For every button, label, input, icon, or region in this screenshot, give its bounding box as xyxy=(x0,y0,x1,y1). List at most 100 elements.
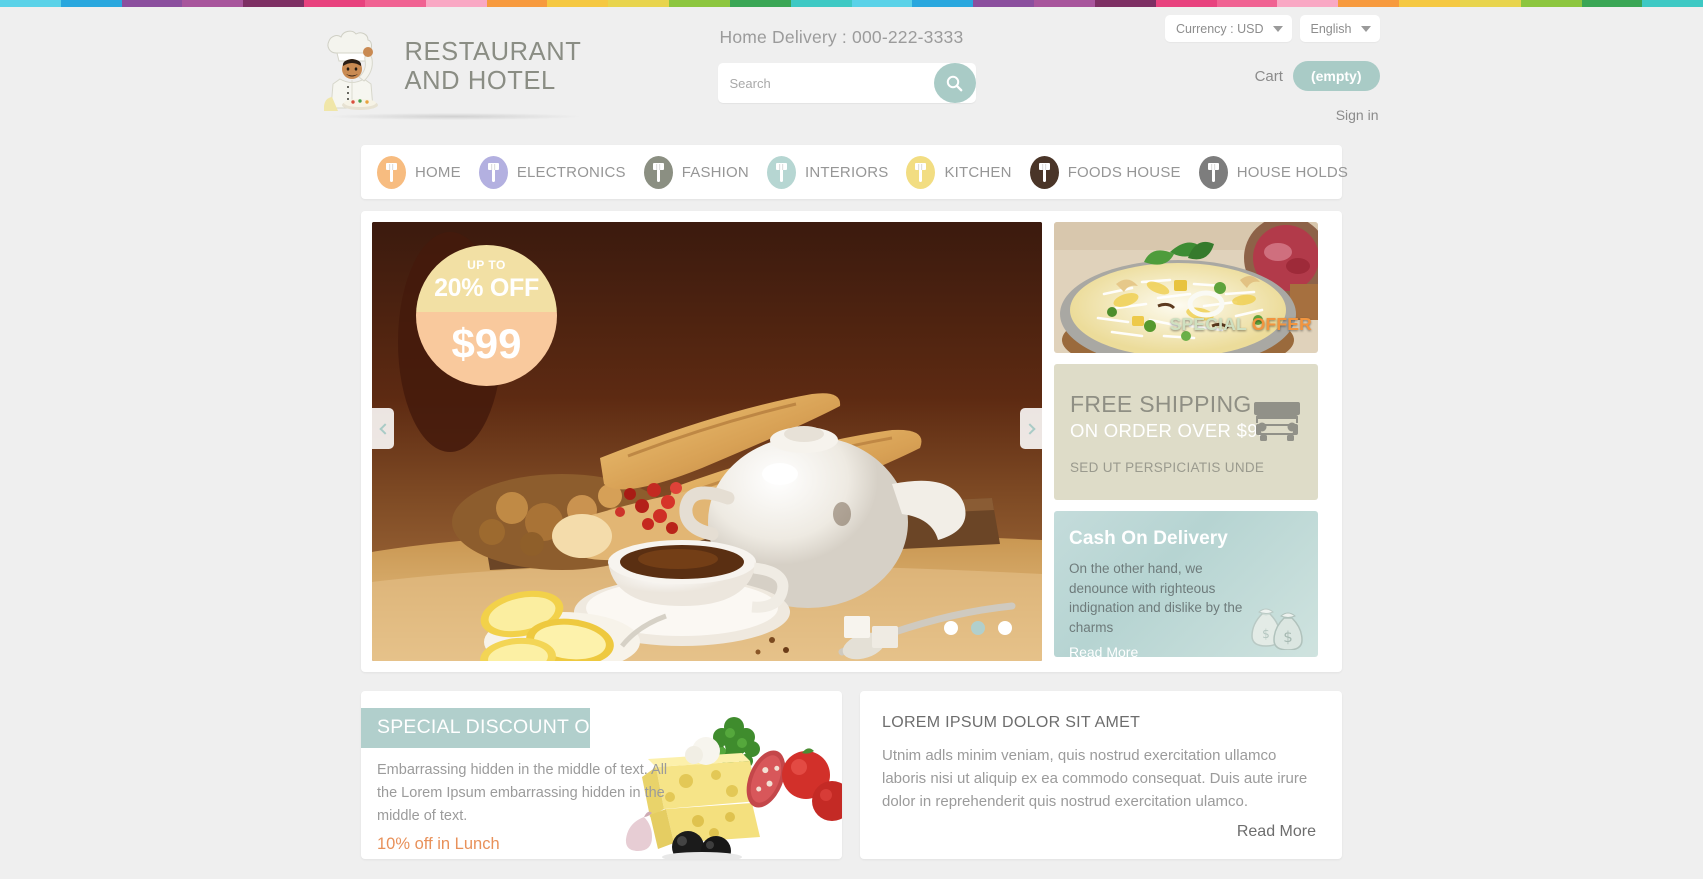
nav-item-label: INTERIORS xyxy=(804,163,889,181)
special-offer-word-2: OFFER xyxy=(1251,314,1312,334)
special-discount-card: SPECIAL DISCOUNT OFFER Embarrassing hidd… xyxy=(361,691,842,859)
nav-item-label: HOUSE HOLDS xyxy=(1236,163,1349,181)
fork-icon xyxy=(377,155,406,189)
fork-icon xyxy=(1029,155,1059,189)
stripe-segment xyxy=(973,0,1035,7)
search-input[interactable] xyxy=(717,75,934,91)
stripe-segment xyxy=(1216,0,1278,7)
lorem-read-more-link[interactable]: Read More xyxy=(882,813,1316,841)
cart-status-badge[interactable]: (empty) xyxy=(1292,61,1380,91)
site-header: RESTAURANT AND HOTEL Home Delivery : 000-… xyxy=(322,7,1382,145)
chevron-left-icon xyxy=(378,422,391,435)
stripe-segment xyxy=(60,0,122,7)
nav-item-label: FASHION xyxy=(681,163,749,181)
hero-section: UP TO 20% OFF $99 SPECIAL OFFER FREE SHI… xyxy=(361,211,1342,672)
stripe-segment xyxy=(547,0,609,7)
lorem-card-title: LOREM IPSUM DOLOR SIT AMET xyxy=(882,714,1141,731)
nav-item-house-holds[interactable]: HOUSE HOLDS xyxy=(1198,155,1349,189)
fork-icon xyxy=(906,155,936,189)
logo-line-1: RESTAURANT xyxy=(404,38,582,66)
currency-select[interactable]: Currency : USD xyxy=(1164,15,1292,42)
nav-item-label: FOODS HOUSE xyxy=(1067,163,1181,181)
fork-icon xyxy=(643,155,673,189)
page-root: RESTAURANT AND HOTEL Home Delivery : 000-… xyxy=(0,7,1703,859)
stripe-segment xyxy=(669,0,730,7)
nav-item-label: HOME xyxy=(415,163,461,181)
free-shipping-banner[interactable]: FREE SHIPPING ON ORDER OVER $99 SED UT P… xyxy=(1054,364,1318,500)
stripe-segment xyxy=(0,0,61,7)
stripe-segment xyxy=(1155,0,1217,7)
cod-read-more-link[interactable]: Read More xyxy=(1069,644,1138,657)
stripe-segment xyxy=(182,0,244,7)
chevron-down-icon xyxy=(1360,25,1371,32)
special-discount-offer: 10% off in Lunch xyxy=(377,835,500,853)
special-offer-word-1: SPECIAL xyxy=(1169,314,1247,334)
search-bar[interactable] xyxy=(717,63,976,103)
special-offer-banner[interactable]: SPECIAL OFFER xyxy=(1054,222,1318,353)
stripe-segment xyxy=(1642,0,1703,7)
hero-slider[interactable]: UP TO 20% OFF $99 xyxy=(372,222,1042,661)
promo-column: SPECIAL OFFER FREE SHIPPING ON ORDER OVE… xyxy=(1054,222,1318,661)
stripe-segment xyxy=(1034,0,1095,7)
slider-next-button[interactable] xyxy=(1020,408,1042,449)
fork-icon xyxy=(766,155,796,189)
logo-line-2: AND HOTEL xyxy=(404,67,556,95)
stripe-segment xyxy=(1581,0,1643,7)
site-logo[interactable]: RESTAURANT AND HOTEL xyxy=(322,23,592,120)
nav-item-electronics[interactable]: ELECTRONICS xyxy=(478,155,626,189)
search-button[interactable] xyxy=(933,63,976,103)
slider-dot[interactable] xyxy=(998,621,1012,635)
svg-text:$: $ xyxy=(1283,628,1293,646)
lorem-card-body: Utnim adls minim veniam, quis nostrud ex… xyxy=(882,747,1308,810)
slider-dot[interactable] xyxy=(971,621,985,635)
fork-icon xyxy=(1198,155,1228,189)
stripe-segment xyxy=(364,0,426,7)
stripe-segment xyxy=(851,0,913,7)
stripe-segment xyxy=(121,0,183,7)
cash-on-delivery-banner[interactable]: Cash On Delivery On the other hand, we d… xyxy=(1054,511,1318,657)
nav-item-label: KITCHEN xyxy=(944,163,1012,181)
sign-in-link[interactable]: Sign in xyxy=(1336,107,1379,123)
chevron-right-icon xyxy=(1023,422,1036,435)
special-discount-body: Embarrassing hidden in the middle of tex… xyxy=(377,762,668,824)
language-label: English xyxy=(1310,21,1352,36)
money-bags-icon: $ $ xyxy=(1246,594,1310,655)
nav-item-foods-house[interactable]: FOODS HOUSE xyxy=(1029,155,1181,189)
badge-discount-text: 20% OFF xyxy=(434,274,539,302)
stripe-segment xyxy=(1094,0,1156,7)
stripe-segment xyxy=(1277,0,1339,7)
nav-item-fashion[interactable]: FASHION xyxy=(643,155,749,189)
svg-text:$: $ xyxy=(1262,627,1270,641)
special-offer-caption: SPECIAL OFFER xyxy=(1170,314,1312,335)
truck-icon xyxy=(1252,400,1302,448)
slider-prev-button[interactable] xyxy=(372,408,394,449)
badge-price-text: $99 xyxy=(451,320,522,367)
language-select[interactable]: English xyxy=(1299,15,1380,42)
stripe-segment xyxy=(304,0,365,7)
cart-label: Cart xyxy=(1254,67,1283,85)
stripe-segment xyxy=(1399,0,1460,7)
delivery-phone: Home Delivery : 000-222-3333 xyxy=(719,27,964,47)
nav-item-home[interactable]: HOME xyxy=(377,155,461,189)
stripe-segment xyxy=(243,0,305,7)
nav-item-interiors[interactable]: INTERIORS xyxy=(766,155,889,189)
slider-dots xyxy=(944,621,1012,635)
cod-title: Cash On Delivery xyxy=(1069,528,1228,549)
fork-icon xyxy=(478,155,508,189)
main-navigation: HOME ELECTRONICS FASHION INTERIORS KITCHEN FO… xyxy=(361,145,1348,199)
header-selects: Currency : USD English xyxy=(1164,15,1380,42)
slider-dot[interactable] xyxy=(944,621,958,635)
nav-item-label: ELECTRONICS xyxy=(516,163,626,181)
discount-badge: UP TO 20% OFF $99 xyxy=(416,245,557,386)
lorem-card: LOREM IPSUM DOLOR SIT AMET Utnim adls mi… xyxy=(860,691,1342,859)
chevron-down-icon xyxy=(1272,25,1283,32)
stripe-segment xyxy=(1338,0,1400,7)
stripe-segment xyxy=(790,0,852,7)
stripe-segment xyxy=(1520,0,1582,7)
nav-item-kitchen[interactable]: KITCHEN xyxy=(906,155,1012,189)
site-logo-text: RESTAURANT AND HOTEL xyxy=(394,38,582,96)
bottom-cards: SPECIAL DISCOUNT OFFER Embarrassing hidd… xyxy=(361,691,1342,859)
search-icon xyxy=(946,75,963,92)
stripe-segment xyxy=(1459,0,1521,7)
cart-block[interactable]: Cart (empty) xyxy=(1255,61,1380,91)
